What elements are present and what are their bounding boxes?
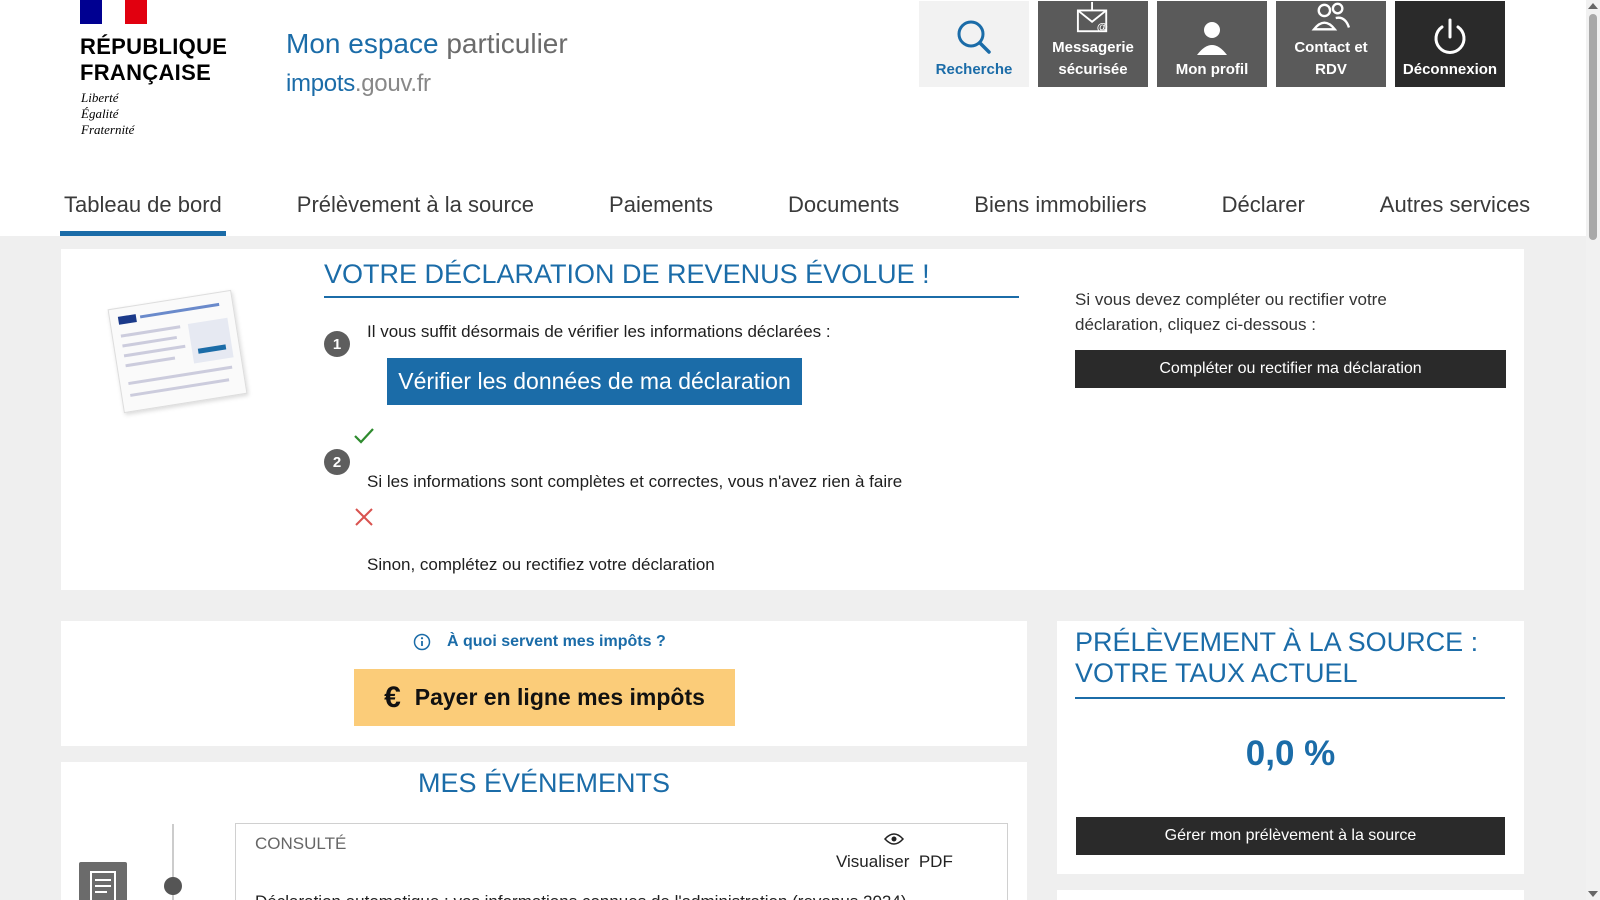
messaging-label-line2: sécurisée — [1058, 61, 1128, 78]
declaration-title: VOTRE DÉCLARATION DE REVENUS ÉVOLUE ! — [324, 259, 1019, 298]
svg-text:@: @ — [1097, 21, 1108, 33]
site-header: RÉPUBLIQUE FRANÇAISE Liberté Égalité Fra… — [0, 0, 1586, 236]
search-icon — [957, 20, 991, 54]
messaging-label-line1: Messagerie — [1052, 39, 1134, 56]
contact-label-line1: Contact et — [1294, 39, 1368, 56]
contact-label-line2: RDV — [1315, 61, 1347, 78]
euro-icon: € — [384, 680, 401, 714]
power-icon — [1434, 18, 1466, 54]
republic-title: RÉPUBLIQUE FRANÇAISE — [80, 34, 228, 85]
nav-item-real-estate[interactable]: Biens immobiliers — [970, 184, 1150, 236]
eye-icon — [884, 833, 905, 845]
nav-item-other-services[interactable]: Autres services — [1376, 184, 1534, 236]
withholding-rate-value: 0,0 % — [1245, 734, 1336, 773]
nav-item-payments[interactable]: Paiements — [605, 184, 717, 236]
manage-withholding-button[interactable]: Gérer mon prélèvement à la source — [1076, 817, 1505, 855]
brand-site-light: .gouv.fr — [354, 70, 431, 97]
taxes-info-link[interactable]: À quoi servent mes impôts ? — [413, 633, 666, 651]
timeline-dot — [164, 877, 182, 895]
scroll-up-arrow[interactable] — [1588, 3, 1598, 9]
checkmark-icon — [354, 428, 374, 444]
verify-declaration-button[interactable]: Vérifier les données de ma déclaration — [387, 358, 802, 405]
brand-site: impots.gouv.fr — [286, 70, 568, 98]
logout-label: Déconnexion — [1402, 61, 1498, 78]
brand[interactable]: Mon espace particulier impots.gouv.fr — [286, 28, 568, 98]
header-toolbar: Recherche @ Messagerie sécurisée Mon pro… — [919, 1, 1505, 87]
brand-title-strong: Mon espace — [286, 28, 439, 59]
search-button[interactable]: Recherche — [919, 1, 1029, 87]
search-label: Recherche — [935, 61, 1013, 78]
events-panel: MES ÉVÉNEMENTS CONSULTÉ Visualiser PDF D… — [61, 762, 1027, 900]
events-title: MES ÉVÉNEMENTS — [417, 768, 671, 798]
rectify-declaration-button[interactable]: Compléter ou rectifier ma déclaration — [1075, 350, 1506, 388]
scroll-thumb[interactable] — [1589, 14, 1597, 240]
step-2-badge: 2 — [324, 449, 350, 475]
view-label: Visualiser — [836, 852, 910, 871]
profile-label: Mon profil — [1175, 61, 1249, 78]
view-pdf-labels: Visualiser PDF — [836, 852, 953, 872]
french-flag-icon — [80, 0, 147, 24]
view-pdf-link[interactable]: Visualiser PDF — [836, 832, 953, 872]
republique-francaise-logo[interactable]: RÉPUBLIQUE FRANÇAISE Liberté Égalité Fra… — [80, 0, 250, 145]
document-icon — [79, 862, 127, 900]
scroll-down-arrow[interactable] — [1588, 891, 1598, 897]
withholding-rate-panel: PRÉLÈVEMENT À LA SOURCE : VOTRE TAUX ACT… — [1057, 621, 1524, 874]
brand-title: Mon espace particulier — [286, 28, 568, 60]
event-card: CONSULTÉ Visualiser PDF Déclaration auto… — [235, 823, 1008, 900]
step-1-text: Il vous suffit désormais de vérifier les… — [367, 322, 831, 341]
info-icon — [413, 633, 431, 651]
pdf-label: PDF — [918, 852, 953, 871]
payment-panel: À quoi servent mes impôts ? € Payer en l… — [61, 621, 1027, 746]
main-nav: Tableau de bord Prélèvement à la source … — [60, 184, 1534, 236]
profile-button[interactable]: Mon profil — [1157, 1, 1267, 87]
pay-online-label: Payer en ligne mes impôts — [414, 684, 705, 710]
contact-rdv-button[interactable]: Contact et RDV — [1276, 1, 1386, 87]
logout-button[interactable]: Déconnexion — [1395, 1, 1505, 87]
secure-messaging-button[interactable]: @ Messagerie sécurisée — [1038, 1, 1148, 87]
nav-item-dashboard[interactable]: Tableau de bord — [60, 184, 226, 236]
republic-motto: Liberté Égalité Fraternité — [81, 90, 135, 137]
brand-title-light: particulier — [438, 28, 568, 59]
nav-item-withholding[interactable]: Prélèvement à la source — [293, 184, 538, 236]
taxes-info-label: À quoi servent mes impôts ? — [447, 633, 666, 650]
pay-online-button[interactable]: € Payer en ligne mes impôts — [354, 669, 735, 726]
ko-text: Sinon, complétez ou rectifiez votre décl… — [367, 555, 715, 574]
rectify-note: Si vous devez compléter ou rectifier vot… — [1075, 290, 1387, 334]
brand-site-main: impots — [286, 70, 355, 97]
event-status: CONSULTÉ — [255, 834, 347, 853]
page-scrollbar[interactable] — [1586, 0, 1600, 900]
next-panel — [1057, 890, 1524, 900]
declaration-form-image — [107, 289, 248, 414]
ok-text: Si les informations sont complètes et co… — [367, 472, 903, 491]
nav-item-declare[interactable]: Déclarer — [1218, 184, 1309, 236]
declaration-panel: VOTRE DÉCLARATION DE REVENUS ÉVOLUE ! 1 … — [61, 249, 1524, 590]
users-icon — [1311, 2, 1351, 31]
event-description: Déclaration automatique : vos informatio… — [255, 892, 907, 900]
envelope-at-icon: @ — [1076, 1, 1108, 33]
nav-item-documents[interactable]: Documents — [784, 184, 903, 236]
cross-icon — [355, 508, 373, 526]
step-1-badge: 1 — [324, 331, 350, 357]
user-icon — [1197, 22, 1227, 55]
withholding-rate-title: PRÉLÈVEMENT À LA SOURCE : VOTRE TAUX ACT… — [1075, 627, 1505, 699]
